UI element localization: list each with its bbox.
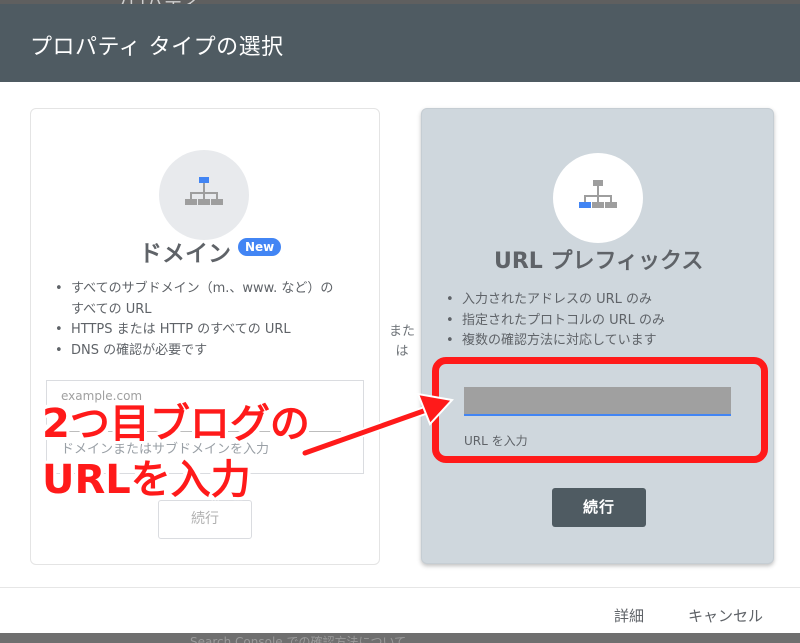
domain-feature-list: すべてのサブドメイン（m.、www. など）の すべての URL HTTPS ま… [53, 279, 373, 361]
annotation-line-2: URLを入力 [42, 457, 251, 503]
details-button[interactable]: 詳細 [614, 605, 644, 626]
url-prefix-card-title: URL プレフィックス [494, 249, 704, 274]
url-prefix-feature-text: 複数の確認方法に対応しています [462, 333, 657, 348]
domain-feature-item: DNS の確認が必要です [53, 341, 373, 362]
dialog-title: プロパティ タイプの選択 [30, 35, 284, 60]
domain-feature-text: HTTPS または HTTP のすべての URL [71, 322, 291, 337]
sitemap-domain-icon [185, 177, 223, 205]
url-prefix-feature-item: 入力されたアドレスの URL のみ [444, 290, 764, 311]
url-prefix-feature-text: 入力されたアドレスの URL のみ [462, 292, 653, 307]
url-prefix-feature-item: 指定されたプロトコルの URL のみ [444, 311, 764, 332]
dialog-header: プロパティ タイプの選択 [0, 4, 800, 82]
property-type-dialog: プロパティ タイプの選択 ドメイン New すべてのサブドメイン（m.、www.… [0, 4, 800, 633]
domain-icon-circle [159, 150, 249, 240]
annotation-text: 2つ目ブログの URLを入力 [42, 396, 322, 508]
url-prefix-card[interactable]: URL プレフィックス 入力されたアドレスの URL のみ 指定されたプロトコル… [421, 108, 774, 564]
sitemap-url-prefix-icon [579, 180, 617, 208]
domain-card-title: ドメイン [139, 241, 231, 267]
domain-feature-text: DNS の確認が必要です [71, 342, 208, 358]
background-footer-text: Search Console での確認方法について [190, 635, 407, 643]
url-prefix-feature-item: 複数の確認方法に対応しています [444, 331, 764, 352]
url-prefix-icon-circle [553, 153, 643, 243]
footer-divider [0, 587, 800, 588]
domain-feature-item: HTTPS または HTTP のすべての URL [53, 320, 373, 341]
url-prefix-feature-text: 指定されたプロトコルの URL のみ [462, 312, 666, 328]
new-badge: New [238, 238, 282, 256]
annotation-line-1: 2つ目ブログの [42, 401, 310, 447]
url-input-highlight [432, 357, 768, 463]
domain-feature-item: すべてのサブドメイン（m.、www. など）の すべての URL [53, 279, 373, 320]
url-prefix-continue-button[interactable]: 続行 [552, 488, 646, 527]
url-prefix-feature-list: 入力されたアドレスの URL のみ 指定されたプロトコルの URL のみ 複数の… [444, 290, 764, 352]
cancel-button[interactable]: キャンセル [688, 605, 763, 626]
domain-feature-text: すべてのサブドメイン（m.、www. など）の すべての URL [71, 281, 334, 317]
or-separator: または [388, 324, 415, 359]
